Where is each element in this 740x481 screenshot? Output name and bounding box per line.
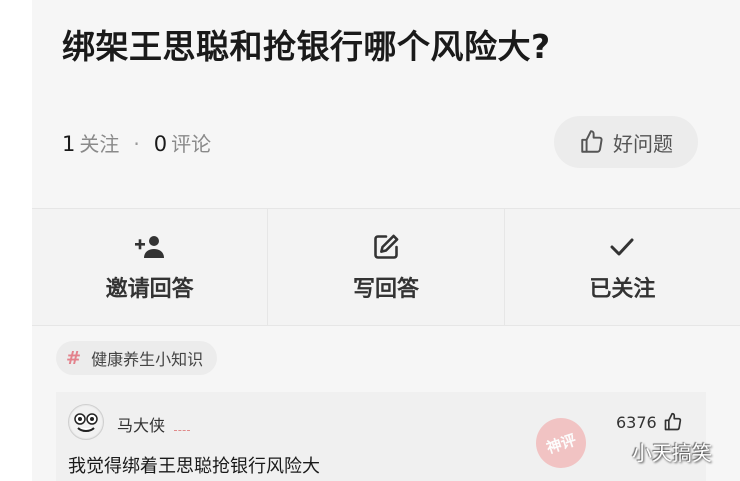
answer-card[interactable]: 马大侠 6376 我觉得绑着王思聪抢银行风险大 — [56, 392, 706, 481]
write-answer-button[interactable]: 写回答 — [268, 209, 505, 325]
good-question-label: 好问题 — [613, 131, 673, 156]
add-person-icon — [134, 236, 164, 258]
topic-tag[interactable]: # 健康养生小知识 — [56, 341, 218, 375]
watermark: 小天搞笑 — [632, 441, 712, 465]
avatar[interactable] — [68, 404, 104, 440]
author-badge — [174, 428, 190, 431]
follow-count: 1 — [62, 132, 76, 156]
invite-answer-label: 邀请回答 — [105, 277, 194, 302]
question-stats: 1 关注 · 0 评论 — [62, 128, 211, 157]
action-bar: 邀请回答 写回答 已关注 — [32, 208, 740, 326]
likes-count: 6376 — [616, 412, 657, 432]
checkmark-icon — [610, 238, 634, 256]
good-question-button[interactable]: 好问题 — [554, 116, 698, 168]
comment-count: 0 — [153, 132, 168, 156]
edit-icon — [374, 234, 399, 259]
comment-label[interactable]: 评论 — [171, 132, 211, 156]
thumbs-up-icon — [581, 130, 603, 153]
topic-label: 健康养生小知识 — [91, 350, 204, 369]
avatar-face-icon — [70, 406, 102, 438]
answer-text: 我觉得绑着王思聪抢银行风险大 — [68, 456, 320, 477]
invite-answer-button[interactable]: 邀请回答 — [32, 209, 269, 325]
followed-label: 已关注 — [589, 277, 656, 302]
write-answer-label: 写回答 — [352, 277, 419, 302]
thumbs-up-icon — [664, 412, 681, 431]
hash-icon: # — [66, 347, 82, 369]
likes-counter[interactable]: 6376 — [616, 412, 683, 432]
followed-button[interactable]: 已关注 — [505, 209, 740, 325]
question-title: 绑架王思聪和抢银行哪个风险大? — [62, 27, 551, 66]
follow-label[interactable]: 关注 — [79, 132, 119, 156]
author-name[interactable]: 马大侠 — [117, 412, 165, 436]
stats-separator: · — [133, 132, 140, 156]
